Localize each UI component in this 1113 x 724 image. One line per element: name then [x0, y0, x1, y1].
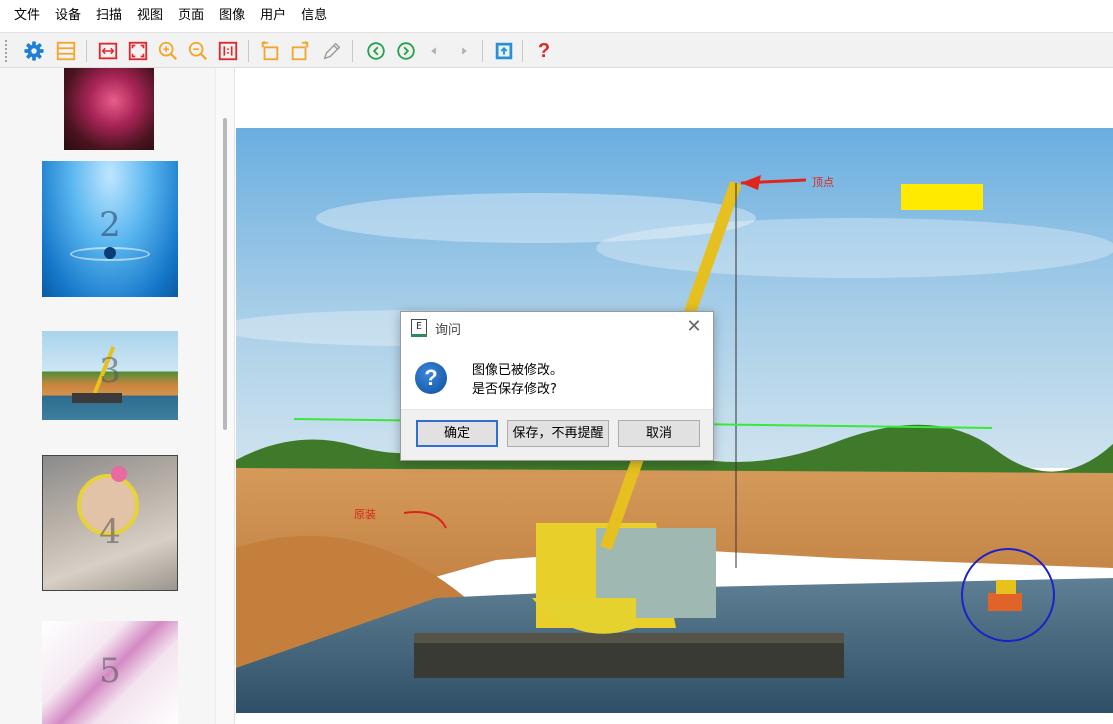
thumbnail-number: 3	[99, 351, 121, 391]
toolbar-separator	[352, 40, 353, 62]
thumbnail-scrollbar[interactable]	[215, 68, 235, 724]
dialog-footer: 确定 保存，不再提醒 取消	[401, 409, 713, 460]
toolbar: ?	[0, 32, 1113, 68]
confirm-dialog: E 询问 ✕ ? 图像已被修改。 是否保存修改? 确定 保存，不再提醒 取消	[400, 311, 714, 461]
toolbar-separator	[522, 40, 523, 62]
gear-icon	[24, 41, 44, 61]
menu-file[interactable]: 文件	[8, 0, 49, 32]
flower	[111, 466, 127, 482]
left-annotation-label: 原装	[354, 508, 376, 521]
fit-width-button[interactable]	[94, 37, 122, 65]
toolbar-separator	[248, 40, 249, 62]
menu-image[interactable]: 图像	[213, 0, 254, 32]
save-no-remind-button[interactable]: 保存，不再提醒	[507, 420, 609, 447]
rotate-left-icon	[261, 40, 279, 61]
menu-info[interactable]: 信息	[295, 0, 336, 32]
fit-width-icon	[98, 42, 118, 60]
barge	[72, 393, 122, 403]
app-icon: E	[411, 319, 427, 337]
apex-label: 顶点	[812, 176, 834, 189]
thumbnail-panel: 2 3 4 5	[0, 68, 215, 724]
rotate-right-icon	[291, 40, 309, 61]
thumbnail-1[interactable]	[64, 68, 154, 150]
menu-user[interactable]: 用户	[254, 0, 295, 32]
toolbar-separator	[86, 40, 87, 62]
thumbnail-number: 2	[99, 205, 121, 245]
arrow-right-button[interactable]	[450, 37, 478, 65]
ok-button[interactable]: 确定	[416, 420, 498, 447]
question-icon: ?	[415, 362, 447, 394]
actual-size-icon	[218, 41, 238, 61]
arrow-left-icon	[431, 47, 436, 55]
water-drop	[104, 247, 116, 259]
menu-device[interactable]: 设备	[49, 0, 90, 32]
next-page-button[interactable]	[392, 37, 420, 65]
rotate-right-button[interactable]	[286, 37, 314, 65]
toolbar-grip[interactable]	[4, 39, 8, 63]
thumbnail-number: 4	[99, 512, 121, 552]
thumbnail-4[interactable]: 4	[42, 455, 178, 591]
menu-bar: 文件 设备 扫描 视图 页面 图像 用户 信息	[0, 0, 1113, 32]
zoom-in-button[interactable]	[154, 37, 182, 65]
scrollbar-thumb[interactable]	[223, 118, 227, 430]
annotate-pen-button[interactable]	[318, 37, 346, 65]
dialog-title: 询问	[435, 323, 462, 338]
previous-page-button[interactable]	[362, 37, 390, 65]
rotate-left-button[interactable]	[256, 37, 284, 65]
thumbnail-3[interactable]: 3	[42, 331, 178, 420]
menu-scan[interactable]: 扫描	[90, 0, 131, 32]
next-page-icon	[397, 42, 415, 60]
thumbnail-number: 5	[99, 651, 121, 691]
scan-layout-button[interactable]	[52, 37, 80, 65]
zoom-out-button[interactable]	[184, 37, 212, 65]
menu-view[interactable]: 视图	[131, 0, 172, 32]
actual-size-button[interactable]	[214, 37, 242, 65]
dialog-title-bar[interactable]: E 询问 ✕	[401, 312, 713, 342]
scan-layout-icon	[56, 41, 76, 61]
dialog-message-line-1: 图像已被修改。	[472, 363, 564, 378]
arrow-right-icon	[462, 47, 467, 55]
export-icon	[495, 42, 513, 60]
arrow-left-button[interactable]	[420, 37, 448, 65]
pen-icon	[323, 42, 341, 60]
previous-page-icon	[367, 42, 385, 60]
menu-page[interactable]: 页面	[172, 0, 213, 32]
help-icon: ?	[537, 39, 551, 62]
yellow-highlight-box	[901, 184, 983, 210]
dialog-message-line-2: 是否保存修改?	[472, 382, 557, 397]
thumbnail-2[interactable]: 2	[42, 161, 178, 297]
settings-button[interactable]	[20, 37, 48, 65]
zoom-out-icon	[188, 41, 208, 61]
export-button[interactable]	[490, 37, 518, 65]
toolbar-separator	[482, 40, 483, 62]
close-icon[interactable]: ✕	[683, 316, 705, 338]
fit-page-button[interactable]	[124, 37, 152, 65]
thumbnail-5[interactable]: 5	[42, 621, 178, 724]
cancel-button[interactable]: 取消	[618, 420, 700, 447]
help-button[interactable]: ?	[530, 37, 558, 65]
zoom-in-icon	[158, 41, 178, 61]
app-window: 文件 设备 扫描 视图 页面 图像 用户 信息 ? 2 3 4 5 顶点 原装 …	[0, 0, 1113, 724]
fit-page-icon	[128, 41, 148, 61]
